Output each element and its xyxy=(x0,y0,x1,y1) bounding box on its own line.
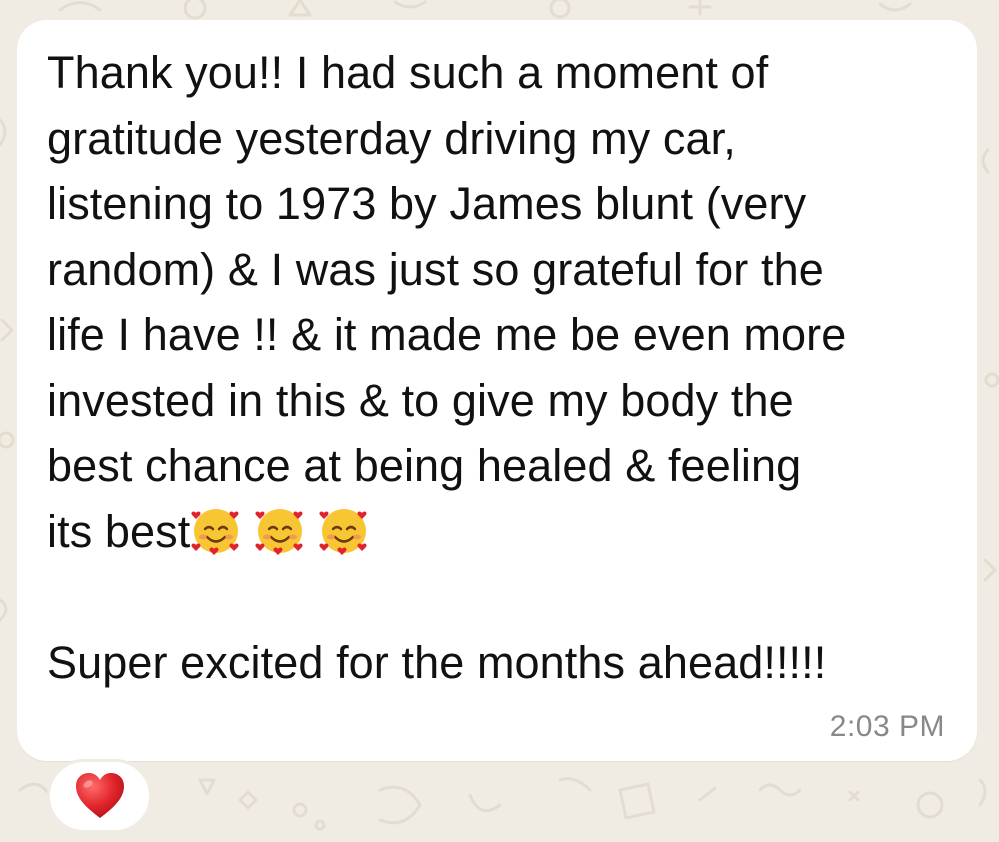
message-text: Thank you!! I had such a moment of grati… xyxy=(47,40,952,695)
smiling-face-with-hearts-icon xyxy=(319,508,367,555)
red-heart-icon xyxy=(75,773,124,818)
message-line: life I have !! & it made me be even more xyxy=(47,309,847,360)
message-line: Thank you!! I had such a moment of xyxy=(47,47,769,98)
line-break xyxy=(47,564,952,630)
message-timestamp: 2:03 PM xyxy=(829,710,945,743)
message-line: invested in this & to give my body the xyxy=(47,374,794,426)
smiling-face-with-hearts-icon xyxy=(255,508,303,555)
message-line: best chance at being healed & feeling xyxy=(47,440,802,491)
message-closing-line: Super excited for the months ahead!!!!! xyxy=(47,636,827,688)
message-line: gratitude yesterday driving my car, xyxy=(47,112,736,164)
message-line: random) & I was just so grateful for the xyxy=(47,243,824,295)
message-line-with-emojis: its best xyxy=(47,499,952,565)
smiling-face-with-hearts-icon xyxy=(191,508,239,555)
message-line: its best xyxy=(47,505,191,557)
message-bubble[interactable]: Thank you!! I had such a moment of grati… xyxy=(17,20,977,761)
message-line: listening to 1973 by James blunt (very xyxy=(47,178,807,229)
reaction-badge[interactable] xyxy=(47,759,152,833)
